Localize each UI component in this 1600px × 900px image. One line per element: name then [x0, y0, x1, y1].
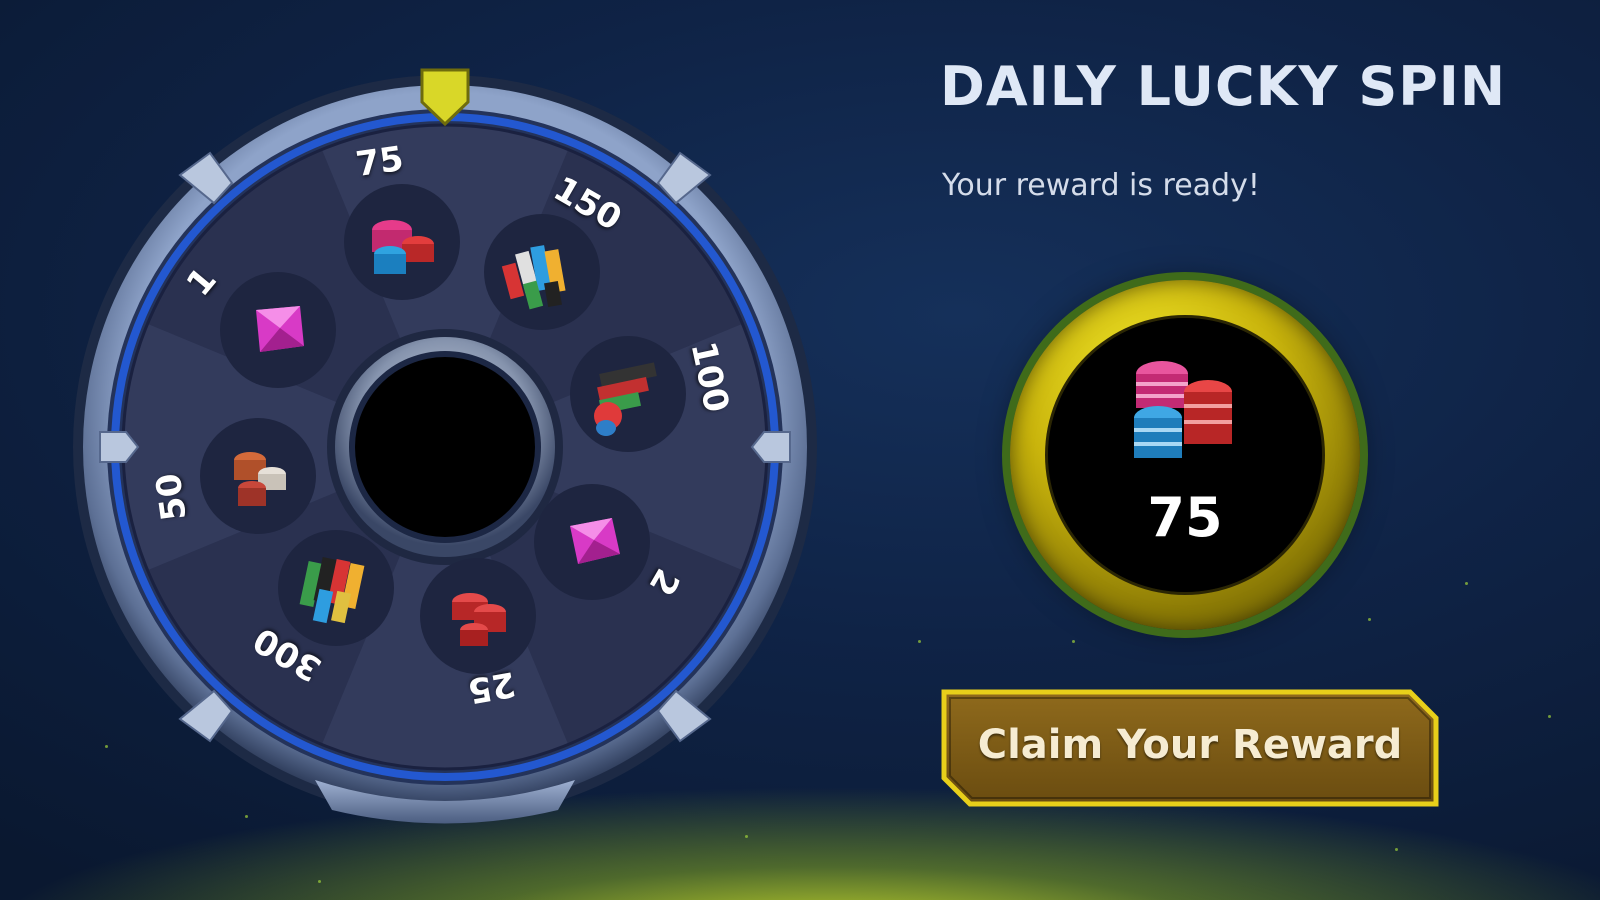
segment-label-75: 75 [353, 138, 406, 186]
reward-ready-message: Your reward is ready! [942, 168, 1260, 203]
sparkle [318, 880, 321, 883]
prize-gem-icon [218, 270, 338, 390]
sparkle [918, 640, 921, 643]
sparkle [1368, 618, 1371, 621]
claim-reward-button[interactable]: Claim Your Reward [940, 688, 1440, 808]
sparkle [745, 835, 748, 838]
reward-amount: 75 [1147, 486, 1223, 549]
sparkle [1548, 715, 1551, 718]
sparkle [1465, 582, 1468, 585]
reward-medal: 75 [1010, 280, 1360, 630]
prize-chips-stack-icon [198, 416, 318, 536]
claim-reward-label: Claim Your Reward [977, 722, 1403, 768]
prize-chips-red-stack-icon [418, 556, 538, 676]
sparkle [1395, 848, 1398, 851]
chips-stack-icon [1134, 361, 1232, 458]
prize-chips-small-stack-icon [342, 182, 462, 302]
sparkle [1072, 640, 1075, 643]
prize-gem-icon [532, 482, 652, 602]
page-title: DAILY LUCKY SPIN [940, 55, 1507, 118]
segment-label-50: 50 [148, 470, 195, 524]
reward-display: 75 [1048, 318, 1322, 592]
prize-chips-stack-icon [568, 334, 688, 454]
prize-chips-medium-stack-icon [482, 212, 602, 332]
lucky-spin-wheel[interactable]: 75 150 100 2 25 300 50 1 [60, 62, 830, 832]
prize-chips-large-stack-icon [276, 528, 396, 648]
